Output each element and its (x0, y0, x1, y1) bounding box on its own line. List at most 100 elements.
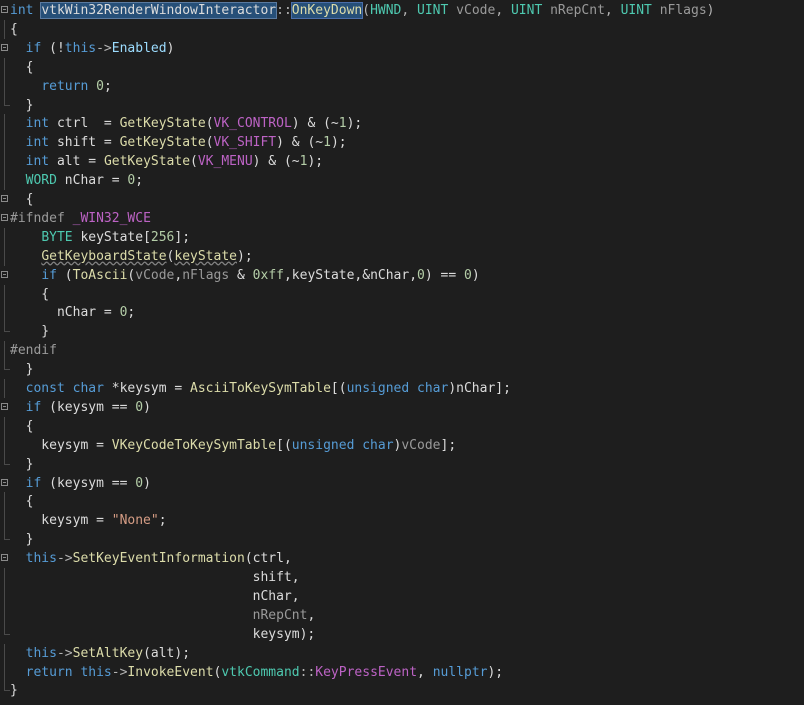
fold-line (4, 586, 5, 606)
fold-line (4, 568, 5, 587)
code-text: } (10, 360, 34, 379)
code-token: ) (143, 475, 151, 491)
code-token: ) (706, 3, 715, 18)
code-token: OnKeyDown (290, 2, 364, 19)
code-token: } (10, 97, 34, 113)
fold-gutter (0, 662, 10, 682)
code-token: ctrl = (49, 116, 120, 132)
code-text: { (10, 190, 34, 209)
code-text: keysym = "None"; (10, 511, 166, 530)
fold-gutter (0, 322, 10, 341)
code-token: { (10, 418, 34, 434)
code-token: ( (56, 267, 73, 283)
code-token: vCode (135, 267, 175, 283)
collapse-icon[interactable] (1, 6, 8, 13)
code-token: } (10, 456, 34, 472)
collapse-icon[interactable] (1, 195, 8, 202)
code-token: , (495, 3, 511, 18)
code-token: this (64, 40, 97, 56)
code-text: } (10, 530, 34, 549)
fold-gutter (0, 492, 10, 512)
code-text: { (10, 58, 34, 77)
code-token: return (25, 664, 73, 680)
code-token: } (10, 362, 34, 378)
code-token: vCode (448, 3, 496, 18)
fold-gutter (0, 360, 10, 379)
code-token: 1 (323, 135, 331, 151)
code-token: AsciiToKeySymTable (190, 381, 331, 396)
code-token: ); (307, 154, 324, 170)
code-token: vCode (401, 437, 441, 453)
code-token: (ctrl, (244, 551, 292, 567)
code-token: int (25, 135, 50, 151)
code-token: BYTE (41, 229, 73, 245)
fold-line (4, 246, 5, 266)
fold-gutter (0, 379, 10, 398)
code-text: int vtkWin32RenderWindowInteractor::OnKe… (10, 1, 715, 20)
code-text: if (keysym == 0) (10, 398, 151, 417)
code-token: this (25, 645, 57, 661)
code-token: { (10, 494, 34, 510)
code-token: shift = (49, 135, 120, 151)
code-token: :: (276, 3, 292, 18)
code-token: keysym = (10, 513, 112, 529)
code-token: UINT (620, 3, 652, 18)
code-token: ); (346, 116, 363, 132)
fold-line (4, 57, 5, 77)
collapse-icon[interactable] (1, 402, 8, 410)
code-token: 0 (417, 267, 425, 283)
code-token: (alt); (143, 645, 191, 661)
fold-gutter (0, 266, 10, 285)
collapse-icon[interactable] (1, 213, 8, 221)
fold-gutter (0, 227, 10, 247)
code-token: nChar]; (456, 381, 511, 396)
fold-line (4, 19, 5, 39)
code-token: -> (56, 645, 73, 661)
code-text: BYTE keyState[256]; (10, 228, 190, 247)
code-token: #endif (10, 343, 57, 359)
code-editor[interactable]: int vtkWin32RenderWindowInteractor::OnKe… (0, 0, 804, 705)
code-token: -> (111, 664, 128, 680)
fold-line (4, 152, 5, 172)
code-text: this->SetAltKey(alt); (10, 644, 190, 663)
code-token: VK_SHIFT (213, 135, 277, 151)
fold-gutter (0, 530, 10, 549)
code-token: ToAscii (72, 267, 128, 283)
code-text: if (keysym == 0) (10, 474, 151, 493)
code-text: return this->InvokeEvent(vtkCommand::Key… (10, 663, 503, 682)
collapse-icon[interactable] (1, 270, 8, 278)
fold-line (4, 492, 5, 512)
collapse-icon[interactable] (1, 554, 8, 562)
code-token: (keysym == (41, 399, 136, 415)
code-token: keyState (174, 248, 237, 264)
code-token: 0 (135, 475, 144, 491)
code-token: & (229, 267, 253, 283)
code-token: ) (166, 40, 175, 56)
fold-gutter (0, 246, 10, 266)
code-token: unsigned char (291, 437, 394, 453)
code-token: _WIN32_WCE (72, 210, 151, 226)
code-token: nRepCnt (542, 3, 605, 18)
collapse-icon[interactable] (1, 478, 8, 486)
collapse-icon[interactable] (1, 43, 8, 51)
fold-gutter (0, 133, 10, 153)
code-token: UINT (417, 3, 449, 18)
fold-gutter (0, 416, 10, 436)
code-token: VKeyCodeToKeySymTable (111, 437, 277, 453)
code-token: ; (103, 78, 112, 94)
code-token: } (10, 324, 50, 340)
code-token: keysym); (10, 626, 316, 642)
fold-gutter (0, 341, 10, 361)
code-token: ( (190, 154, 198, 170)
code-token: *keysym = (103, 381, 191, 396)
fold-line (4, 76, 5, 96)
